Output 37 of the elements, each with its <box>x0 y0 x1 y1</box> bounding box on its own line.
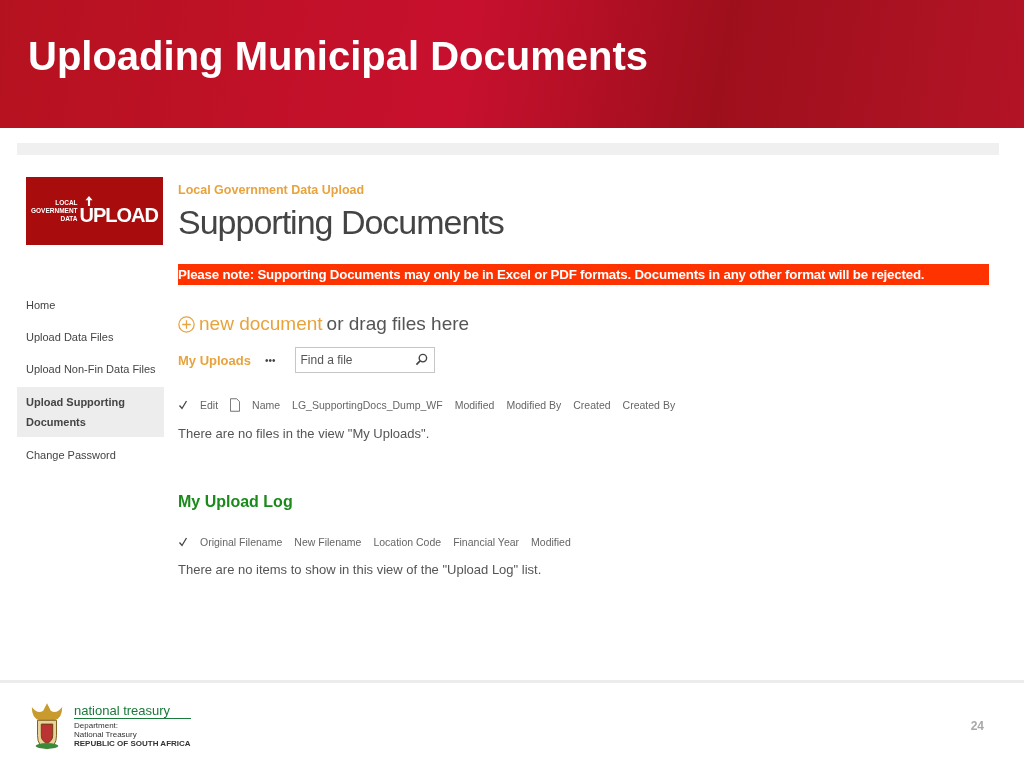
empty-message: There are no items to show in this view of the "Upload Log" list. <box>178 562 543 577</box>
department-text: REPUBLIC OF SOUTH AFRICA <box>74 739 191 748</box>
search-field[interactable]: Find a file <box>295 347 436 373</box>
nav-link[interactable]: Home <box>17 289 164 321</box>
page-number: 24 <box>970 718 984 733</box>
column-header[interactable]: Edit <box>200 399 219 411</box>
department-text: National Treasury <box>74 730 138 739</box>
column-header[interactable]: Financial Year <box>453 536 520 548</box>
nav-link[interactable]: Upload Non-Fin Data Files <box>17 353 164 385</box>
department-text: Department: <box>74 721 120 730</box>
slide-title: Uploading Municipal Documents <box>28 34 649 79</box>
section-title: My Upload Log <box>178 493 294 511</box>
logo-word: UPLOAD <box>79 204 158 226</box>
empty-message: There are no files in the view "My Uploads". <box>178 426 431 441</box>
organisation-name: national treasury <box>74 703 191 719</box>
drag-hint: or drag files here <box>326 313 470 335</box>
page-title: Supporting Documents <box>178 203 505 242</box>
arrow-up-icon <box>84 196 93 206</box>
file-icon <box>230 398 241 412</box>
nav-link[interactable]: Upload Data Files <box>17 321 164 353</box>
column-header[interactable]: Location Code <box>373 536 442 548</box>
column-header[interactable]: Modified <box>531 536 571 548</box>
column-header[interactable]: New Filename <box>294 536 362 548</box>
column-header[interactable]: Original Filename <box>200 536 283 548</box>
check-icon[interactable] <box>178 400 188 410</box>
column-header[interactable]: Name <box>252 399 281 411</box>
column-header[interactable]: LG_SupportingDocs_Dump_WF <box>292 399 443 411</box>
column-header[interactable]: Modified <box>454 399 495 411</box>
more-menu[interactable]: ••• <box>264 354 276 366</box>
search-icon[interactable] <box>415 353 429 366</box>
notice-banner: Please note: Supporting Documents may only be in Excel or PDF formats. Documents in any other format will be rejected. <box>178 264 989 285</box>
check-icon[interactable] <box>178 537 188 547</box>
column-header[interactable]: Modified By <box>506 399 562 411</box>
nav-link[interactable]: Upload Supporting Documents <box>17 387 164 437</box>
column-header[interactable]: Created <box>573 399 611 411</box>
nav-link[interactable]: Change Password <box>17 439 164 471</box>
column-header[interactable]: Created By <box>622 399 676 411</box>
